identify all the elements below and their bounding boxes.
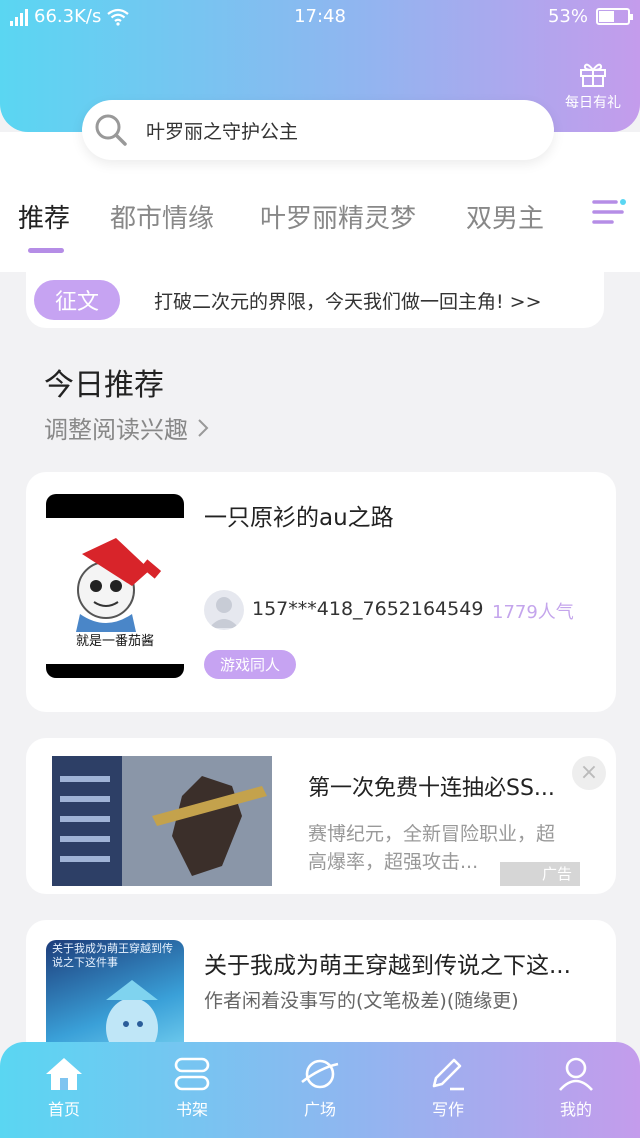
daily-gift-button[interactable]: 每日有礼	[560, 62, 626, 112]
bottom-navigation: 首页 书架 广场 写作 我的	[0, 1042, 640, 1138]
nav-label: 首页	[47, 1100, 80, 1119]
status-bar: 66.3K/s 17:48 53%	[0, 0, 640, 34]
status-right: 53%	[547, 6, 633, 27]
tab-double-male[interactable]: 双男主	[466, 198, 544, 235]
nav-home[interactable]: 首页	[24, 1056, 104, 1120]
contest-notice[interactable]: 征文 打破二次元的界限，今天我们做一回主角! >>	[26, 272, 604, 328]
search-text: 叶罗丽之守护公主	[146, 120, 299, 143]
ad-badge: 广告	[500, 862, 580, 886]
gift-label: 每日有礼	[565, 95, 621, 111]
search-icon	[95, 114, 127, 146]
book-title: 关于我成为萌王穿越到传说之下这...	[204, 953, 571, 979]
book-description: 作者闲着没事写的(文笔极差)(随缘更)	[204, 990, 519, 1012]
battery-percent: 53%	[547, 6, 588, 27]
close-icon[interactable]: ×	[572, 756, 606, 790]
contest-tag: 征文	[34, 280, 120, 320]
adjust-interest-link[interactable]: 调整阅读兴趣	[44, 410, 210, 445]
nav-label: 广场	[303, 1100, 336, 1119]
nav-label: 我的	[559, 1100, 592, 1119]
nav-square[interactable]: 广场	[280, 1056, 360, 1120]
bookshelf-icon	[174, 1057, 210, 1091]
nav-profile[interactable]: 我的	[536, 1056, 616, 1120]
pen-icon	[432, 1058, 464, 1091]
chevron-right-icon	[198, 418, 209, 437]
category-tabs: 推荐 都市情缘 叶罗丽精灵梦 双男主	[0, 190, 640, 253]
adjust-interest-label: 调整阅读兴趣	[44, 416, 188, 444]
cover-illustration	[76, 538, 162, 632]
search-bar[interactable]: 叶罗丽之守护公主	[82, 100, 554, 160]
tab-urban-romance[interactable]: 都市情缘	[110, 198, 214, 235]
status-time: 17:48	[294, 6, 346, 27]
contest-text: 打破二次元的界限，今天我们做一回主角! >>	[154, 290, 542, 313]
nav-label: 书架	[175, 1100, 208, 1119]
cover-caption: 关于我成为萌王穿越到传说之下这件事	[52, 942, 173, 969]
ad-image	[52, 756, 272, 886]
home-icon	[46, 1058, 82, 1090]
author-name: 157***418_7652164549	[252, 598, 484, 620]
avatar	[204, 590, 244, 630]
popularity-count: 1779人气	[492, 602, 574, 623]
active-tab-indicator	[28, 248, 64, 253]
tab-yeluoli[interactable]: 叶罗丽精灵梦	[260, 198, 416, 235]
nav-label: 写作	[431, 1100, 464, 1119]
book-cover: 就是一番茄酱	[46, 494, 184, 678]
nav-bookshelf[interactable]: 书架	[152, 1056, 232, 1120]
nav-write[interactable]: 写作	[408, 1056, 488, 1120]
book-card[interactable]: 关于我成为萌王穿越到传说之下这件事 关于我成为萌王穿越到传说之下这... 作者闲…	[26, 920, 616, 1060]
gift-icon	[580, 63, 606, 87]
today-recommend-title: 今日推荐	[44, 368, 164, 403]
battery-icon	[596, 8, 633, 25]
planet-icon	[301, 1059, 339, 1089]
cover-caption: 就是一番茄酱	[75, 634, 154, 649]
ad-title: 第一次免费十连抽必SS...	[308, 776, 555, 801]
book-card[interactable]: 就是一番茄酱 一只原衫的au之路 157***418_7652164549 17…	[26, 472, 616, 712]
category-menu-icon[interactable]	[592, 198, 634, 230]
book-title: 一只原衫的au之路	[204, 505, 394, 531]
profile-icon	[559, 1057, 593, 1091]
ad-card[interactable]: 第一次免费十连抽必SS... 赛博纪元，全新冒险职业，超高爆率，超强攻击... …	[26, 738, 616, 894]
genre-tag[interactable]: 游戏同人	[204, 650, 297, 679]
tab-recommend[interactable]: 推荐	[18, 198, 70, 235]
